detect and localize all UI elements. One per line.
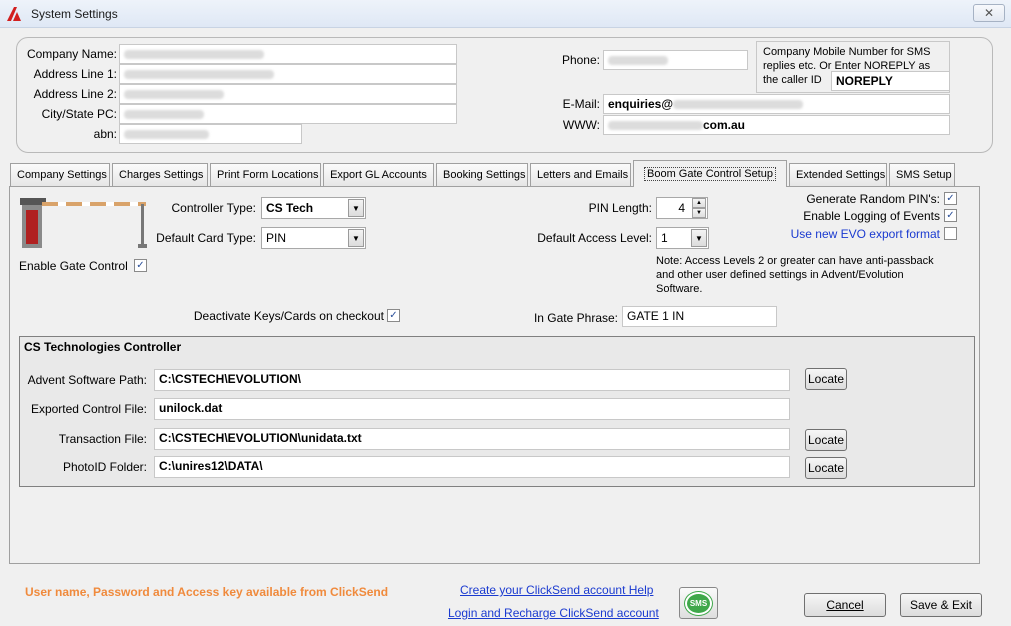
www-field[interactable]: com.au <box>603 115 950 135</box>
abn-label: abn: <box>93 127 117 141</box>
email-label: E-Mail: <box>562 97 600 111</box>
exported-control-file-field[interactable]: unilock.dat <box>154 398 790 420</box>
chevron-down-icon: ▼ <box>691 229 707 247</box>
tab-export-gl-accounts[interactable]: Export GL Accounts <box>323 163 434 186</box>
enable-gate-control-checkbox[interactable]: ✓ <box>134 259 147 272</box>
chevron-down-icon: ▼ <box>348 199 364 217</box>
app-logo-icon <box>7 7 21 21</box>
transaction-file-field[interactable]: C:\CSTECH\EVOLUTION\unidata.txt <box>154 428 790 450</box>
email-value: enquiries@ <box>608 97 674 111</box>
city-state-label: City/State PC: <box>41 107 117 121</box>
generate-random-pins-label: Generate Random PIN's: <box>806 192 940 206</box>
evo-export-format-checkbox[interactable] <box>944 227 957 240</box>
tab-boom-gate-label: Boom Gate Control Setup <box>644 167 776 181</box>
cancel-button[interactable]: Cancel <box>804 593 886 617</box>
tab-sms-setup[interactable]: SMS Setup <box>889 163 955 186</box>
photoid-folder-field[interactable]: C:\unires12\DATA\ <box>154 456 790 478</box>
pin-length-label: PIN Length: <box>588 201 652 215</box>
window-title: System Settings <box>31 7 118 21</box>
access-level-note: Note: Access Levels 2 or greater can hav… <box>656 255 934 295</box>
sms-caller-id-field[interactable]: NOREPLY <box>831 71 950 91</box>
default-access-level-label: Default Access Level: <box>537 231 652 245</box>
cancel-label: Cancel <box>826 598 864 612</box>
exported-control-file-label: Exported Control File: <box>30 402 147 416</box>
close-button[interactable]: ✕ <box>973 4 1005 22</box>
controller-type-label: Controller Type: <box>171 201 257 215</box>
clicksend-note: User name, Password and Access key avail… <box>25 585 389 599</box>
tab-letters-and-emails[interactable]: Letters and Emails <box>530 163 631 186</box>
sms-button[interactable]: SMS <box>679 587 718 619</box>
card-type-value: PIN <box>266 231 287 245</box>
pin-length-value: 4 <box>678 201 685 215</box>
enable-gate-control-label: Enable Gate Control <box>19 259 128 273</box>
company-name-field[interactable] <box>119 44 457 64</box>
default-access-level-select[interactable]: 1 ▼ <box>656 227 709 249</box>
spin-down-icon[interactable]: ▼ <box>692 208 706 218</box>
login-recharge-clicksend-link[interactable]: Login and Recharge ClickSend account <box>448 606 659 620</box>
tab-company-settings[interactable]: Company Settings <box>10 163 110 186</box>
company-name-label: Company Name: <box>26 47 117 61</box>
controller-type-value: CS Tech <box>266 201 314 215</box>
tab-charges-settings[interactable]: Charges Settings <box>112 163 208 186</box>
advent-path-label: Advent Software Path: <box>27 373 147 387</box>
title-bar: System Settings ✕ <box>0 0 1011 28</box>
email-field[interactable]: enquiries@ <box>603 94 950 114</box>
www-suffix: com.au <box>703 118 746 132</box>
boom-gate-icon <box>20 198 147 248</box>
in-gate-phrase-label: In Gate Phrase: <box>533 311 618 325</box>
tab-print-form-locations[interactable]: Print Form Locations <box>210 163 321 186</box>
evo-export-format-label: Use new EVO export format <box>790 227 940 241</box>
controller-type-select[interactable]: CS Tech ▼ <box>261 197 366 219</box>
tab-booking-settings[interactable]: Booking Settings <box>436 163 528 186</box>
spin-up-icon[interactable]: ▲ <box>692 198 706 208</box>
address-line-2-label: Address Line 2: <box>33 87 117 101</box>
access-level-value: 1 <box>661 231 668 245</box>
transaction-file-label: Transaction File: <box>58 432 147 446</box>
enable-logging-label: Enable Logging of Events <box>803 209 940 223</box>
create-clicksend-account-link[interactable]: Create your ClickSend account Help <box>460 583 653 597</box>
locate-advent-button[interactable]: Locate <box>805 368 847 390</box>
address-line-1-label: Address Line 1: <box>33 67 117 81</box>
abn-field[interactable] <box>119 124 302 144</box>
deactivate-keys-checkbox[interactable]: ✓ <box>387 309 400 322</box>
tab-extended-settings[interactable]: Extended Settings <box>789 163 887 186</box>
save-exit-button[interactable]: Save & Exit <box>900 593 982 617</box>
enable-logging-checkbox[interactable]: ✓ <box>944 209 957 222</box>
deactivate-keys-label: Deactivate Keys/Cards on checkout <box>193 309 384 323</box>
cs-group-title: CS Technologies Controller <box>24 340 182 354</box>
generate-random-pins-checkbox[interactable]: ✓ <box>944 192 957 205</box>
phone-field[interactable] <box>603 50 748 70</box>
in-gate-phrase-field[interactable]: GATE 1 IN <box>622 306 777 327</box>
photoid-folder-label: PhotoID Folder: <box>62 460 147 474</box>
locate-photoid-button[interactable]: Locate <box>805 457 847 479</box>
locate-transaction-button[interactable]: Locate <box>805 429 847 451</box>
address-line-1-field[interactable] <box>119 64 457 84</box>
advent-path-field[interactable]: C:\CSTECH\EVOLUTION\ <box>154 369 790 391</box>
address-line-2-field[interactable] <box>119 84 457 104</box>
www-label: WWW: <box>562 118 600 132</box>
default-card-type-select[interactable]: PIN ▼ <box>261 227 366 249</box>
city-state-field[interactable] <box>119 104 457 124</box>
sms-icon: SMS <box>685 591 712 615</box>
default-card-type-label: Default Card Type: <box>156 231 256 245</box>
chevron-down-icon: ▼ <box>348 229 364 247</box>
phone-label: Phone: <box>561 53 600 67</box>
tab-boom-gate-control-setup[interactable]: Boom Gate Control Setup <box>633 160 787 187</box>
